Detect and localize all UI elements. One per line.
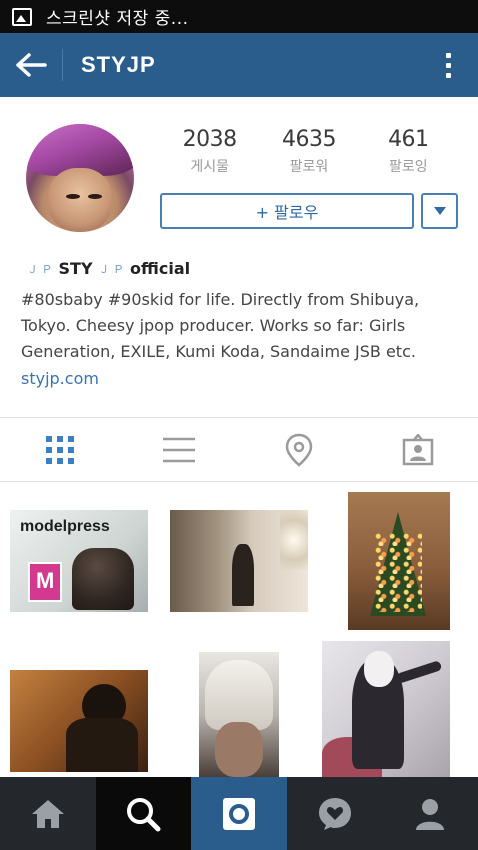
activity-heart-icon: [318, 797, 351, 830]
tab-tagged[interactable]: [359, 418, 478, 481]
overflow-menu-button[interactable]: [418, 33, 478, 97]
profile-avatar[interactable]: [26, 124, 134, 232]
name-glyph-right: Ｊ Ｐ: [98, 262, 125, 276]
suggested-users-dropdown-button[interactable]: [421, 193, 458, 229]
home-icon: [31, 799, 64, 828]
grid-photo[interactable]: [170, 510, 308, 612]
grid-photo[interactable]: [322, 641, 450, 779]
stat-followers-value: 4635: [281, 127, 337, 152]
profile-name: Ｊ Ｐ STY Ｊ Ｐ official: [21, 259, 190, 278]
stat-following[interactable]: 461 팔로잉: [359, 127, 458, 176]
nav-search[interactable]: [95, 777, 192, 850]
stat-posts-label: 게시물: [190, 159, 229, 175]
photo-logo-text: modelpress: [20, 518, 110, 535]
name-main: STY: [58, 259, 93, 278]
page-title: STYJP: [81, 52, 156, 77]
back-arrow-icon: [16, 53, 47, 77]
screenshot-icon: [12, 7, 32, 26]
tab-grid[interactable]: [0, 418, 120, 481]
follow-button-label: + 팔로우: [255, 203, 319, 222]
back-button[interactable]: [0, 33, 62, 97]
follow-button[interactable]: + 팔로우: [160, 193, 414, 229]
nav-camera[interactable]: [191, 777, 287, 850]
overflow-dot-icon: [445, 52, 451, 58]
grid-photo[interactable]: modelpress: [10, 510, 148, 612]
nav-activity[interactable]: [287, 777, 383, 850]
app-bar-divider: [62, 49, 63, 81]
stat-followers-label: 팔로워: [289, 159, 329, 175]
search-icon: [127, 797, 161, 831]
grid-photo[interactable]: [10, 670, 148, 772]
bottom-nav: [0, 777, 478, 850]
grid-photo[interactable]: [199, 652, 279, 777]
profile-website-link[interactable]: styjp.com: [21, 369, 99, 388]
tab-map[interactable]: [239, 418, 359, 481]
grid-icon: [45, 435, 74, 464]
stat-following-label: 팔로잉: [389, 159, 428, 175]
profile-view-tabs: [0, 418, 478, 481]
stat-posts[interactable]: 2038 게시물: [160, 127, 259, 176]
overflow-dot-icon: [445, 72, 451, 78]
stat-followers[interactable]: 4635 팔로워: [259, 127, 358, 176]
location-pin-icon: [285, 433, 313, 467]
profile-stats: 2038 게시물 4635 팔로워 461 팔로잉: [160, 127, 458, 176]
divider: [0, 481, 478, 482]
grid-photo[interactable]: [348, 492, 450, 630]
app-bar: STYJP: [0, 33, 478, 97]
profile-bio: #80sbaby #90skid for life. Directly from…: [21, 290, 420, 361]
chevron-down-icon: [433, 207, 446, 215]
name-suffix: official: [130, 259, 191, 278]
nav-home[interactable]: [0, 777, 96, 850]
tab-list[interactable]: [120, 418, 240, 481]
status-bar: 스크린샷 저장 중...: [0, 0, 478, 33]
tagged-user-icon: [403, 433, 434, 465]
status-text: 스크린샷 저장 중...: [46, 9, 189, 29]
list-icon: [163, 437, 196, 462]
stat-posts-value: 2038: [182, 127, 238, 152]
nav-profile[interactable]: [382, 777, 478, 850]
stat-following-value: 461: [388, 127, 429, 152]
camera-icon: [222, 797, 255, 830]
overflow-dot-icon: [445, 62, 451, 68]
name-glyph-left: Ｊ Ｐ: [27, 262, 53, 276]
profile-icon: [416, 798, 445, 830]
